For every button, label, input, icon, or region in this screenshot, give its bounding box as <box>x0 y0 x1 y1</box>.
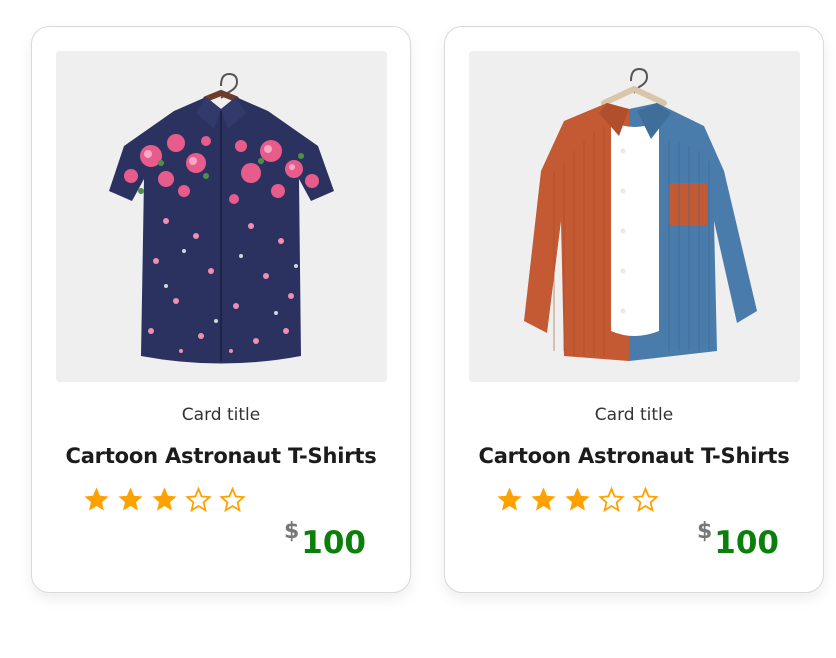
rating-stars <box>82 485 247 514</box>
price-amount: 100 <box>714 525 779 561</box>
card-title: Card title <box>181 405 261 425</box>
product-card[interactable]: Card title Cartoon Astronaut T-Shirts $ … <box>31 26 411 593</box>
corduroy-shirt-image <box>469 51 800 382</box>
star-filled-icon <box>497 487 522 511</box>
rating-stars <box>495 485 660 514</box>
product-image[interactable] <box>469 51 800 382</box>
currency-symbol: $ <box>283 519 300 544</box>
star-outline-icon <box>219 486 246 513</box>
star-filled-icon <box>531 487 556 511</box>
star-filled-icon <box>118 487 143 511</box>
product-grid: Card title Cartoon Astronaut T-Shirts $ … <box>0 0 836 658</box>
price-amount: 100 <box>301 525 366 561</box>
card-title: Card title <box>594 405 674 425</box>
product-card[interactable]: Card title Cartoon Astronaut T-Shirts $ … <box>444 26 824 593</box>
currency-symbol: $ <box>696 519 713 544</box>
star-outline-icon <box>632 486 659 513</box>
star-filled-icon <box>152 487 177 511</box>
price: $ 100 <box>697 517 779 561</box>
price: $ 100 <box>284 517 366 561</box>
star-filled-icon <box>565 487 590 511</box>
product-name[interactable]: Cartoon Astronaut T-Shirts <box>32 444 410 468</box>
star-outline-icon <box>185 486 212 513</box>
product-name[interactable]: Cartoon Astronaut T-Shirts <box>445 444 823 468</box>
product-image[interactable] <box>56 51 387 382</box>
star-filled-icon <box>84 487 109 511</box>
star-outline-icon <box>598 486 625 513</box>
floral-shirt-image <box>56 51 387 382</box>
